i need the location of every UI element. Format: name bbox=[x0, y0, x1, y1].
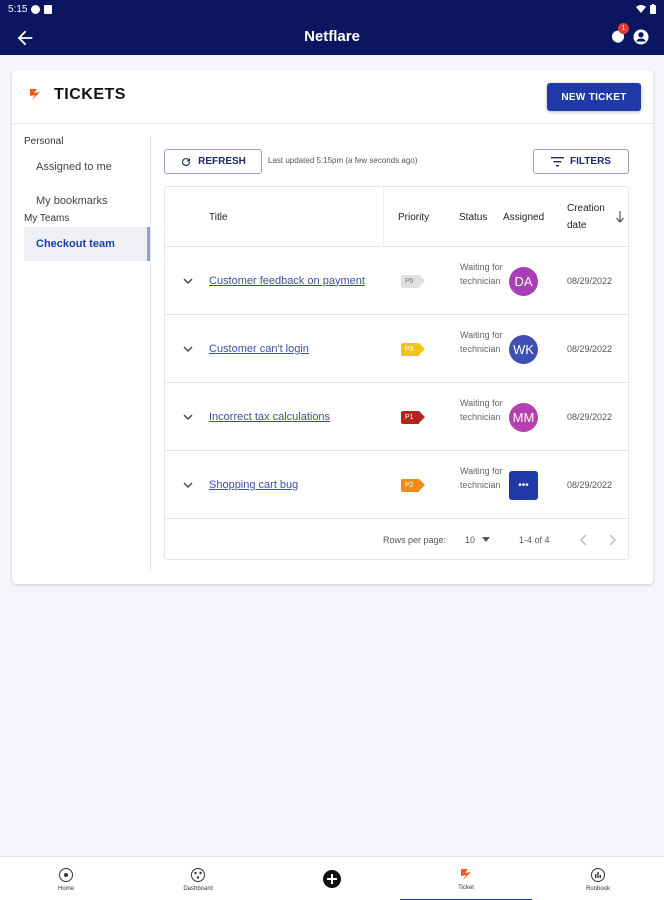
assignee-avatar: WK bbox=[509, 334, 538, 364]
pagination: Rows per page: 10 1-4 of 4 bbox=[165, 521, 628, 559]
ticket-title-link[interactable]: Customer can't login bbox=[209, 341, 379, 358]
add-icon bbox=[323, 870, 341, 888]
status-indicators bbox=[636, 4, 656, 14]
column-assigned[interactable]: Assigned bbox=[503, 187, 551, 247]
column-status[interactable]: Status bbox=[459, 187, 491, 247]
column-priority[interactable]: Priority bbox=[383, 187, 445, 247]
creation-date: 08/29/2022 bbox=[567, 276, 613, 286]
ticket-title-link[interactable]: Customer feedback on payment bbox=[209, 273, 379, 290]
sidebar-section-personal: Personal bbox=[24, 136, 64, 147]
dropdown-arrow-icon bbox=[481, 537, 490, 542]
assignee-avatar: DA bbox=[509, 266, 538, 296]
next-page-icon[interactable] bbox=[607, 534, 617, 546]
card-header: TICKETS NEW TICKET bbox=[12, 70, 653, 124]
chevron-down-icon bbox=[183, 278, 193, 284]
sidebar-item-checkout-team[interactable]: Checkout team bbox=[24, 227, 150, 261]
priority-badge: P1 bbox=[401, 410, 424, 424]
nav-add[interactable] bbox=[266, 857, 398, 900]
table-row[interactable]: Incorrect tax calculations P1 Waiting fo… bbox=[165, 383, 628, 451]
last-updated-text: Last updated 5:15pm (a few seconds ago) bbox=[268, 156, 418, 165]
bottom-navigation: Home Dashboard Ticket Runbook bbox=[0, 856, 664, 900]
expand-row-button[interactable] bbox=[181, 247, 195, 315]
priority-badge: P2 bbox=[401, 478, 424, 492]
nav-ticket[interactable]: Ticket bbox=[400, 857, 532, 900]
ticket-title-link[interactable]: Shopping cart bug bbox=[209, 477, 379, 494]
dashboard-icon bbox=[191, 867, 205, 882]
app-title: Netflare bbox=[304, 28, 360, 45]
table-row[interactable]: Customer feedback on payment P5 Waiting … bbox=[165, 247, 628, 315]
ticket-icon bbox=[461, 868, 471, 880]
creation-date: 08/29/2022 bbox=[567, 480, 613, 490]
tickets-card: TICKETS NEW TICKET Personal Assigned to … bbox=[12, 70, 653, 584]
status-bar: 5:15 bbox=[8, 4, 53, 15]
header-actions: 1 bbox=[610, 23, 650, 46]
tickets-logo-icon bbox=[30, 89, 40, 100]
nav-label: Dashboard bbox=[183, 885, 213, 892]
refresh-button[interactable]: REFRESH bbox=[164, 149, 262, 174]
notification-badge: 1 bbox=[618, 23, 629, 34]
nav-label: Runbook bbox=[585, 885, 611, 892]
refresh-icon bbox=[182, 157, 191, 166]
chevron-down-icon bbox=[183, 414, 193, 420]
refresh-label: REFRESH bbox=[198, 156, 246, 167]
assignee-avatar: MM bbox=[509, 402, 538, 432]
nav-home[interactable]: Home bbox=[0, 857, 132, 900]
expand-row-button[interactable] bbox=[181, 315, 195, 383]
filters-label: FILTERS bbox=[570, 156, 611, 167]
priority-badge: P5 bbox=[401, 274, 424, 288]
nav-label: Ticket bbox=[458, 884, 474, 891]
filter-icon bbox=[551, 157, 565, 167]
page-title: TICKETS bbox=[54, 86, 126, 103]
expand-row-button[interactable] bbox=[181, 451, 195, 519]
sidebar: Personal Assigned to me My bookmarks My … bbox=[24, 136, 150, 261]
table-row[interactable]: Customer can't login P3 Waiting for tech… bbox=[165, 315, 628, 383]
status-text: Waiting for technician bbox=[460, 398, 503, 422]
status-time: 5:15 bbox=[8, 4, 28, 15]
ticket-title-link[interactable]: Incorrect tax calculations bbox=[209, 409, 379, 426]
new-ticket-button[interactable]: NEW TICKET bbox=[547, 83, 641, 111]
notifications-button[interactable]: 1 bbox=[610, 23, 629, 46]
expand-row-button[interactable] bbox=[181, 383, 195, 451]
sort-arrow-down-icon[interactable] bbox=[615, 211, 625, 223]
status-icon bbox=[31, 5, 41, 14]
runbook-icon bbox=[591, 867, 605, 882]
status-text: Waiting for technician bbox=[460, 466, 503, 490]
rows-per-page-value: 10 bbox=[465, 535, 476, 545]
nav-label: Home bbox=[57, 885, 74, 892]
previous-page-icon[interactable] bbox=[579, 534, 589, 546]
pagination-range: 1-4 of 4 bbox=[519, 535, 550, 545]
status-text: Waiting for technician bbox=[460, 330, 503, 354]
wifi-icon bbox=[636, 5, 646, 13]
rows-per-page-select[interactable]: 10 bbox=[465, 535, 490, 545]
priority-badge: P3 bbox=[401, 342, 424, 356]
sidebar-divider bbox=[150, 136, 151, 572]
creation-date: 08/29/2022 bbox=[567, 412, 613, 422]
creation-date: 08/29/2022 bbox=[567, 344, 613, 354]
sim-icon bbox=[44, 5, 53, 14]
nav-runbook[interactable]: Runbook bbox=[532, 857, 664, 900]
filters-button[interactable]: FILTERS bbox=[533, 149, 629, 174]
home-icon bbox=[59, 867, 73, 882]
rows-per-page-label: Rows per page: bbox=[383, 535, 447, 545]
nav-dashboard[interactable]: Dashboard bbox=[132, 857, 264, 900]
sidebar-item-assigned-to-me[interactable]: Assigned to me bbox=[24, 150, 150, 184]
table-header: Title Priority Status Assigned Creation … bbox=[165, 187, 628, 247]
status-text: Waiting for technician bbox=[460, 262, 503, 286]
tickets-table: Title Priority Status Assigned Creation … bbox=[164, 186, 629, 560]
app-bar: 5:15 Netflare 1 bbox=[0, 0, 664, 55]
battery-icon bbox=[650, 4, 656, 14]
assignee-avatar: ••• bbox=[509, 470, 538, 500]
chevron-down-icon bbox=[183, 346, 193, 352]
column-creation-date[interactable]: Creation date bbox=[567, 187, 615, 247]
column-title[interactable]: Title bbox=[209, 187, 228, 247]
table-row[interactable]: Shopping cart bug P2 Waiting for technic… bbox=[165, 451, 628, 519]
account-icon[interactable] bbox=[632, 28, 650, 46]
chevron-down-icon bbox=[183, 482, 193, 488]
